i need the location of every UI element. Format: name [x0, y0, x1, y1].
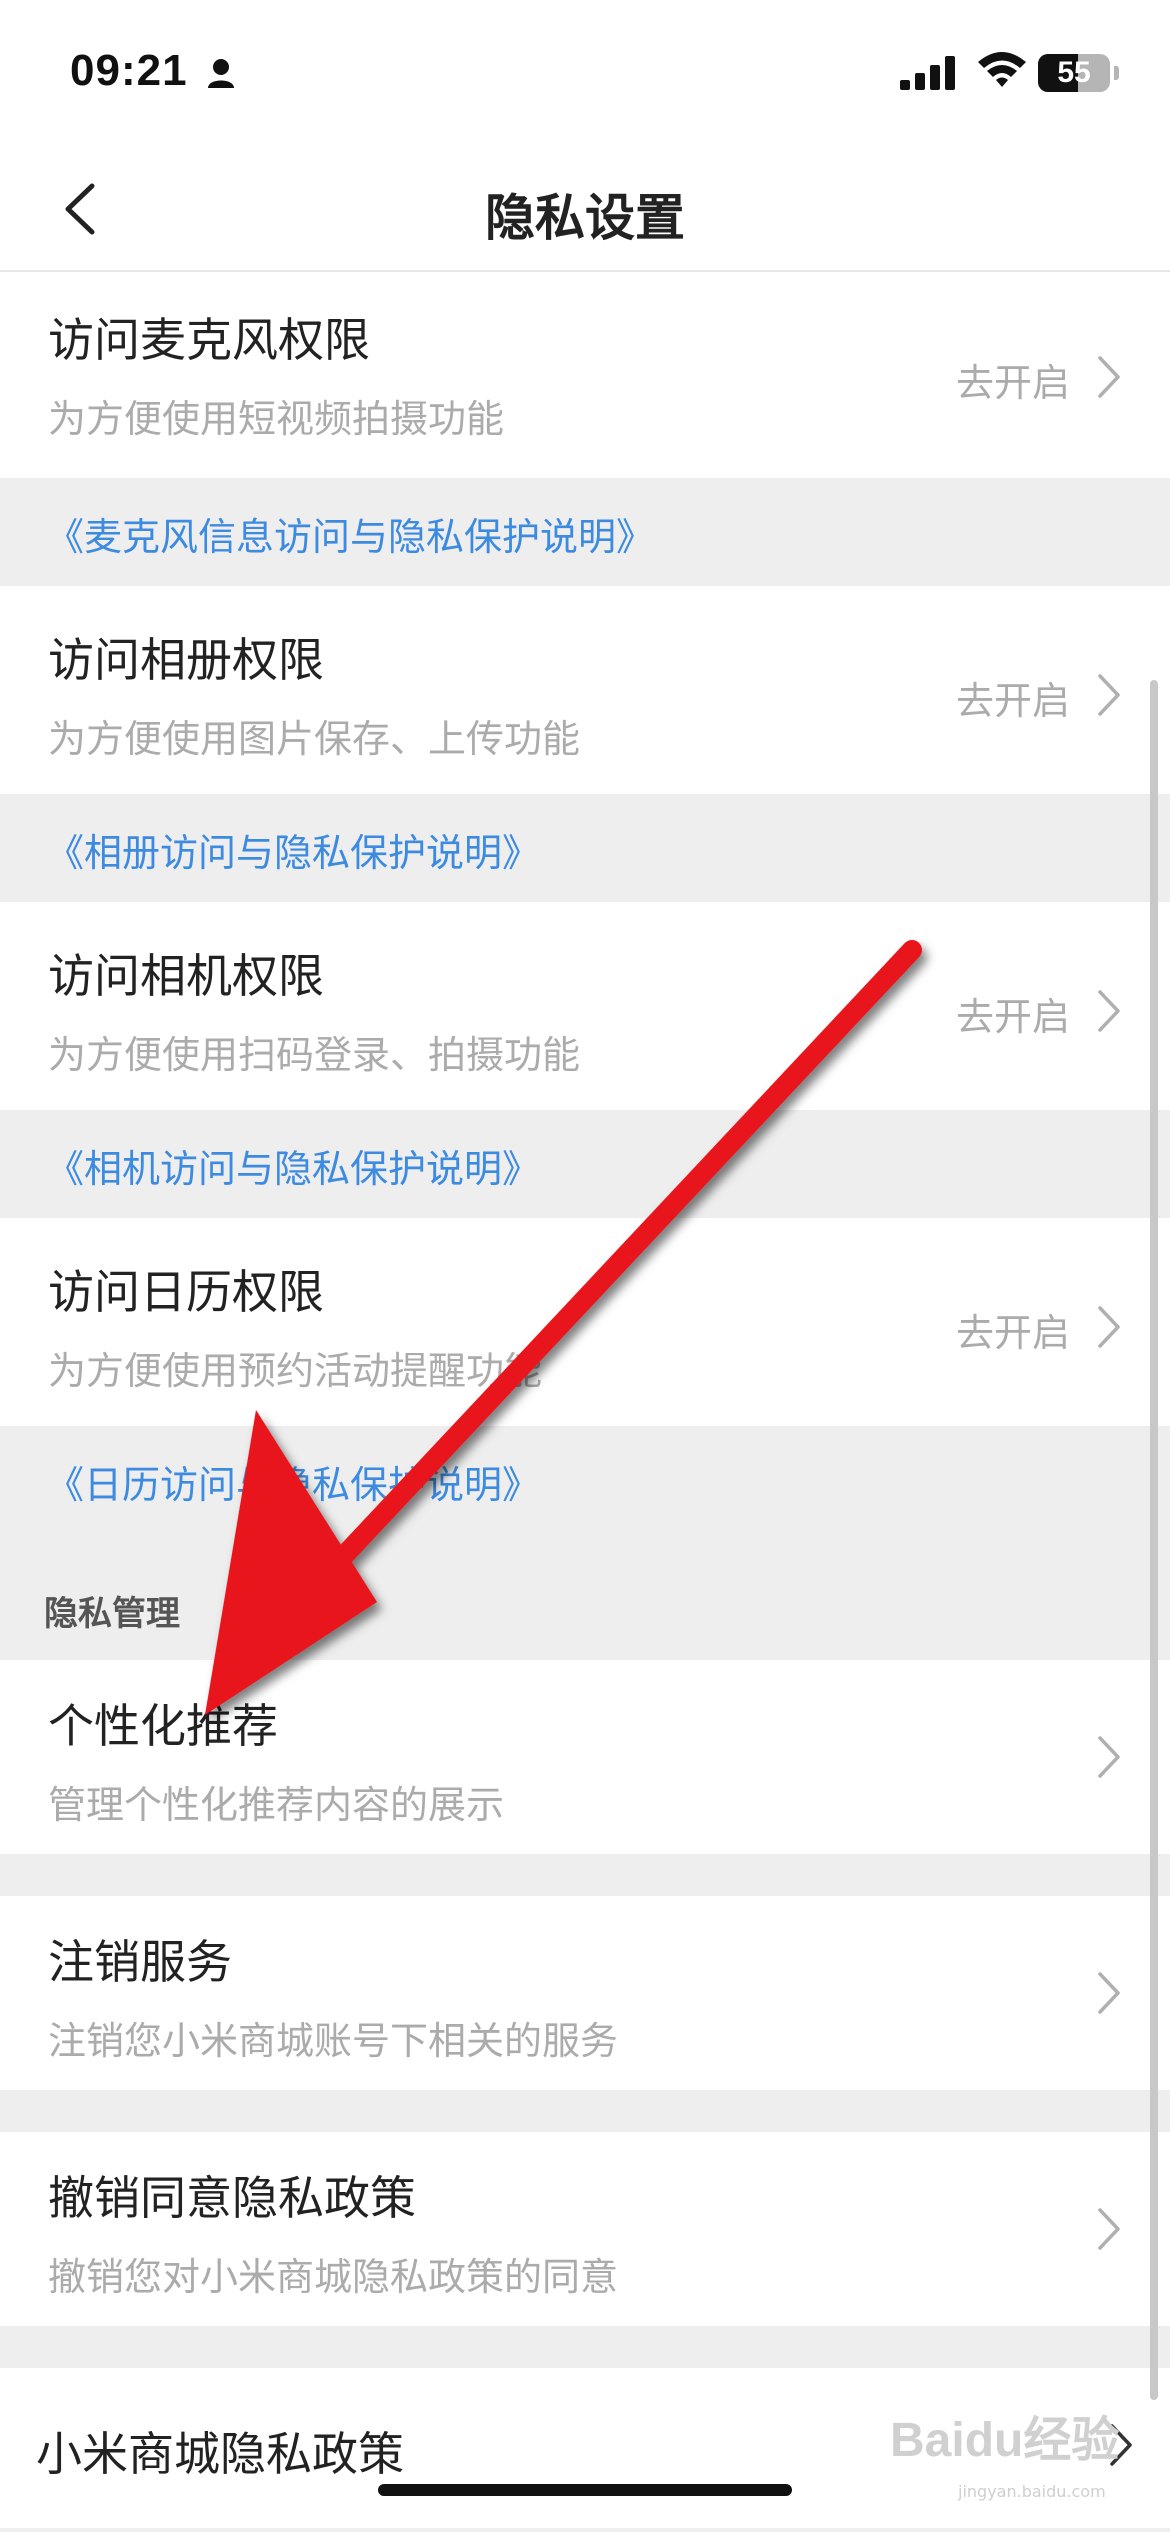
chevron-right-icon	[1098, 674, 1120, 716]
status-bar: 09:21 55	[0, 0, 1170, 150]
row-title: 访问麦克风权限	[48, 313, 370, 367]
note-text: 《相机访问与隐私保护说明》	[46, 1147, 541, 1191]
section-header: 隐私管理	[0, 1534, 1170, 1660]
note-text: 《日历访问与隐私保护说明》	[46, 1463, 541, 1507]
divider-gap	[0, 2326, 1170, 2368]
row-title: 访问相册权限	[48, 633, 324, 687]
note-text: 《麦克风信息访问与隐私保护说明》	[46, 515, 655, 559]
nav-bar: 隐私设置	[0, 150, 1170, 272]
personalized-recommendation-row[interactable]: 个性化推荐 管理个性化推荐内容的展示	[0, 1660, 1170, 1854]
battery-level: 55	[1057, 56, 1091, 89]
row-subtitle: 管理个性化推荐内容的展示	[48, 1783, 505, 1827]
watermark-url: jingyan.baidu.com	[958, 2482, 1106, 2501]
row-title: 撤销同意隐私政策	[48, 2171, 416, 2225]
row-title: 个性化推荐	[48, 1699, 278, 1753]
home-indicator[interactable]	[378, 2484, 792, 2496]
privacy-note-link[interactable]: 《相册访问与隐私保护说明》	[0, 794, 1170, 902]
enable-button[interactable]: 去开启	[956, 1302, 1070, 1357]
permission-row-photos[interactable]: 访问相册权限 为方便使用图片保存、上传功能 去开启	[0, 586, 1170, 794]
page-title: 隐私设置	[485, 189, 685, 247]
watermark-logo: Baidu经验	[890, 2414, 1120, 2467]
note-text: 《相册访问与隐私保护说明》	[46, 831, 541, 875]
person-icon	[208, 59, 234, 88]
cancel-service-row[interactable]: 注销服务 注销您小米商城账号下相关的服务	[0, 1896, 1170, 2090]
row-subtitle: 撤销您对小米商城隐私政策的同意	[48, 2255, 619, 2299]
wifi-icon	[978, 52, 1026, 87]
chevron-right-icon	[1098, 990, 1120, 1032]
revoke-privacy-consent-row[interactable]: 撤销同意隐私政策 撤销您对小米商城隐私政策的同意	[0, 2132, 1170, 2326]
row-subtitle: 为方便使用短视频拍摄功能	[48, 397, 505, 441]
privacy-note-link[interactable]: 《日历访问与隐私保护说明》	[0, 1426, 1170, 1534]
battery-icon: 55	[1038, 54, 1110, 92]
battery-tip	[1114, 66, 1119, 80]
permission-row-calendar[interactable]: 访问日历权限 为方便使用预约活动提醒功能 去开启	[0, 1218, 1170, 1426]
enable-button[interactable]: 去开启	[956, 352, 1070, 407]
permission-row-camera[interactable]: 访问相机权限 为方便使用扫码登录、拍摄功能 去开启	[0, 902, 1170, 1110]
row-subtitle: 为方便使用图片保存、上传功能	[48, 717, 581, 761]
row-subtitle: 注销您小米商城账号下相关的服务	[48, 2019, 619, 2063]
enable-button[interactable]: 去开启	[956, 670, 1070, 725]
section-label: 隐私管理	[44, 1594, 180, 1634]
row-title: 访问相机权限	[48, 949, 324, 1003]
chevron-right-icon	[1098, 1736, 1120, 1778]
divider-gap	[0, 1854, 1170, 1896]
privacy-note-link[interactable]: 《相机访问与隐私保护说明》	[0, 1110, 1170, 1218]
privacy-note-link[interactable]: 《麦克风信息访问与隐私保护说明》	[0, 478, 1170, 586]
enable-button[interactable]: 去开启	[956, 986, 1070, 1041]
row-subtitle: 为方便使用扫码登录、拍摄功能	[48, 1033, 581, 1077]
chevron-right-icon	[1098, 356, 1120, 398]
signal-icon	[900, 56, 955, 90]
status-time: 09:21	[70, 46, 188, 95]
chevron-right-icon	[1098, 1972, 1120, 2014]
row-title: 小米商城隐私政策	[36, 2427, 404, 2481]
settings-list: 访问麦克风权限 为方便使用短视频拍摄功能 去开启 《麦克风信息访问与隐私保护说明…	[0, 272, 1170, 2528]
divider-gap	[0, 2090, 1170, 2132]
row-subtitle: 为方便使用预约活动提醒功能	[48, 1349, 543, 1393]
row-title: 注销服务	[48, 1935, 232, 1989]
row-title: 访问日历权限	[48, 1265, 324, 1319]
chevron-right-icon	[1098, 2208, 1120, 2250]
chevron-right-icon	[1098, 1306, 1120, 1348]
permission-row-microphone[interactable]: 访问麦克风权限 为方便使用短视频拍摄功能 去开启	[0, 272, 1170, 478]
scrollbar[interactable]	[1150, 680, 1158, 2400]
